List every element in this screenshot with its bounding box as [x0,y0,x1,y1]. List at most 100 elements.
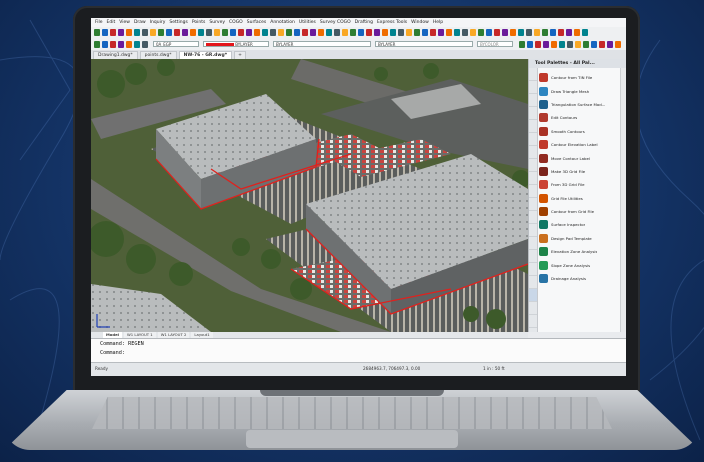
palette-tool-item[interactable]: Move Contour Label [539,151,620,164]
palette-side-tab[interactable] [529,120,537,133]
menu-item[interactable]: Drafting [355,20,373,25]
palette-tool-item[interactable]: Grid File Utilities [539,192,620,205]
toolbar-button-icon[interactable] [534,29,540,36]
palette-side-tab[interactable] [529,289,537,302]
toolbar-button-icon[interactable] [366,29,372,36]
toolbar-button-icon[interactable] [326,29,332,36]
menu-item[interactable]: Survey [209,20,225,25]
toolbar-button-icon[interactable] [126,41,132,48]
palette-tool-item[interactable]: Make 3D Grid File [539,165,620,178]
document-tab[interactable]: Drawing1.dwg* [93,51,138,59]
toolbar-button-icon[interactable] [302,29,308,36]
menu-item[interactable]: Utilities [299,20,316,25]
toolbar-button-icon[interactable] [174,29,180,36]
toolbar-button-icon[interactable] [575,41,581,48]
toolbar-button-icon[interactable] [454,29,460,36]
menu-item[interactable]: Points [192,20,206,25]
new-tab-button[interactable]: + [234,51,246,59]
menu-item[interactable]: Surfaces [247,20,267,25]
toolbar-button-icon[interactable] [110,41,116,48]
palette-side-tab[interactable] [529,94,537,107]
menu-item[interactable]: Express Tools [377,20,407,25]
toolbar-button-icon[interactable] [535,41,541,48]
menu-item[interactable]: Annotation [270,20,295,25]
command-window[interactable]: Command: REGEN Command: [91,338,626,363]
toolbar-button-icon[interactable] [206,29,212,36]
toolbar-button-icon[interactable] [543,41,549,48]
toolbar-button-icon[interactable] [446,29,452,36]
toolbar-button-icon[interactable] [158,29,164,36]
toolbar-button-icon[interactable] [318,29,324,36]
toolbar-button-icon[interactable] [510,29,516,36]
toolbar-button-icon[interactable] [486,29,492,36]
toolbar-button-icon[interactable] [591,41,597,48]
toolbar-button-icon[interactable] [414,29,420,36]
toolbar-button-icon[interactable] [382,29,388,36]
palette-tool-item[interactable]: Triangulation Surface Mod... [539,98,620,111]
palette-tool-item[interactable]: Contour Elevation Label [539,138,620,151]
palette-side-tab[interactable] [529,68,537,81]
toolbar-button-icon[interactable] [478,29,484,36]
palette-side-tab[interactable] [529,107,537,120]
linetype-combo[interactable]: BYLAYER [273,41,371,47]
layer-combo[interactable]: 0A_EGP [153,41,199,47]
palette-side-tab[interactable] [529,146,537,159]
toolbar-button-icon[interactable] [574,29,580,36]
toolbar-button-icon[interactable] [406,29,412,36]
lineweight-combo[interactable]: BYLAYER [375,41,473,47]
palette-scrollbar[interactable] [620,68,626,332]
toolbar-button-icon[interactable] [550,29,556,36]
palette-side-tab[interactable] [529,250,537,263]
toolbar-button-icon[interactable] [214,29,220,36]
palette-tool-item[interactable]: Elevation Zone Analysis [539,245,620,258]
toolbar-button-icon[interactable] [599,41,605,48]
toolbar-button-icon[interactable] [246,29,252,36]
command-prompt[interactable]: Command: [100,350,125,356]
toolbar-button-icon[interactable] [102,29,108,36]
toolbar-button-icon[interactable] [566,29,572,36]
toolbar-button-icon[interactable] [390,29,396,36]
palette-side-tab[interactable] [529,185,537,198]
palette-tool-item[interactable]: From 3D Grid File [539,178,620,191]
toolbar-button-icon[interactable] [254,29,260,36]
palette-side-tab[interactable] [529,159,537,172]
toolbar-button-icon[interactable] [398,29,404,36]
palette-tool-item[interactable]: Drainage Analysis [539,272,620,285]
toolbar-button-icon[interactable] [118,41,124,48]
palette-side-tab[interactable] [529,276,537,289]
palette-side-tab[interactable] [529,198,537,211]
toolbar-button-icon[interactable] [518,29,524,36]
palette-side-tab[interactable] [529,133,537,146]
toolbar-button-icon[interactable] [567,41,573,48]
menu-item[interactable]: Window [411,20,429,25]
toolbar-button-icon[interactable] [126,29,132,36]
menu-item[interactable]: COGO [229,20,243,25]
palette-tool-item[interactable]: Contour from Grid File [539,205,620,218]
toolbar-button-icon[interactable] [526,29,532,36]
toolbar-button-icon[interactable] [190,29,196,36]
toolbar-button-icon[interactable] [166,29,172,36]
toolbar-button-icon[interactable] [238,29,244,36]
palette-tool-item[interactable]: Edit Contours [539,111,620,124]
toolbar-button-icon[interactable] [94,29,100,36]
toolbar-button-icon[interactable] [294,29,300,36]
menu-item[interactable]: Help [433,20,443,25]
plotstyle-combo[interactable]: BYCOLOR [477,41,513,47]
palette-side-tab[interactable] [529,263,537,276]
toolbar-button-icon[interactable] [462,29,468,36]
toolbar-button-icon[interactable] [519,41,525,48]
toolbar-button-icon[interactable] [438,29,444,36]
menu-item[interactable]: Edit [107,20,116,25]
document-tab-active[interactable]: NW-76 - GR.dwg* [178,51,233,59]
toolbar-button-icon[interactable] [262,29,268,36]
palette-side-tab[interactable] [529,302,537,315]
toolbar-button-icon[interactable] [134,41,140,48]
toolbar-button-icon[interactable] [94,41,100,48]
menu-item[interactable]: Settings [169,20,187,25]
toolbar-button-icon[interactable] [615,41,621,48]
toolbar-button-icon[interactable] [358,29,364,36]
toolbar-button-icon[interactable] [470,29,476,36]
toolbar-button-icon[interactable] [150,29,156,36]
toolbar-button-icon[interactable] [118,29,124,36]
palette-tool-item[interactable]: Contour from TIN File [539,71,620,84]
